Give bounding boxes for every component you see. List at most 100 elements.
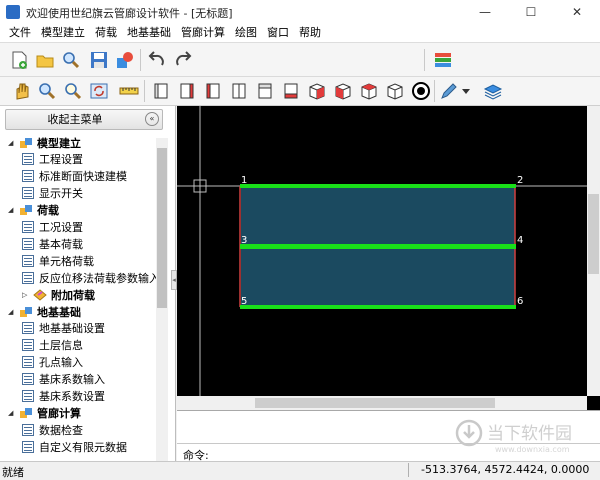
- tree-item-label: 数据检查: [39, 423, 83, 437]
- cell-upper[interactable]: [241, 186, 515, 246]
- menu-model[interactable]: 模型建立: [36, 24, 90, 42]
- view-iso-ne-icon[interactable]: [358, 80, 380, 102]
- tree-item[interactable]: 基床系数输入: [22, 371, 105, 388]
- menu-draw[interactable]: 绘图: [230, 24, 262, 42]
- tree-group-load[interactable]: ◢ 荷载: [8, 202, 59, 219]
- expand-arrow-icon[interactable]: ◢: [8, 206, 16, 214]
- zoom-window-icon[interactable]: [36, 80, 58, 102]
- menu-window[interactable]: 窗口: [262, 24, 294, 42]
- tree-item[interactable]: 标准断面快速建模: [22, 168, 127, 185]
- expand-arrow-icon[interactable]: ◢: [8, 308, 16, 316]
- target-icon[interactable]: [410, 80, 432, 102]
- tree-item-label: 标准断面快速建模: [39, 170, 127, 184]
- tree-group-foundation[interactable]: ◢ 地基基础: [8, 303, 81, 320]
- view-front-icon[interactable]: [150, 80, 172, 102]
- tree-item[interactable]: 显示开关: [22, 185, 83, 202]
- title-bar: 欢迎使用世纪旗云管廊设计软件 - [无标题] — ☐ ✕: [0, 0, 600, 24]
- drawing-canvas[interactable]: 1 2 3 4 5 6: [177, 106, 600, 410]
- zoom-in-icon[interactable]: [60, 49, 82, 71]
- pen-dropdown-icon[interactable]: [460, 80, 472, 102]
- canvas-vertical-thumb[interactable]: [588, 194, 599, 274]
- tree-item[interactable]: 单元格荷载: [22, 252, 94, 269]
- layer-manager-icon[interactable]: [432, 49, 454, 71]
- menu-foundation[interactable]: 地基基础: [122, 24, 176, 42]
- new-file-icon[interactable]: [8, 49, 30, 71]
- tree-item[interactable]: 基床系数设置: [22, 388, 105, 405]
- menu-load[interactable]: 荷载: [90, 24, 122, 42]
- render-icon[interactable]: [114, 49, 136, 71]
- tree-subgroup-extra-load[interactable]: ▷ 附加荷载: [22, 286, 95, 303]
- sidebar-scrollbar[interactable]: [156, 138, 168, 461]
- middle-slab[interactable]: [240, 244, 516, 249]
- view-bottom-icon[interactable]: [280, 80, 302, 102]
- close-button[interactable]: ✕: [554, 0, 600, 24]
- list-item-icon: [22, 153, 34, 166]
- splitter-handle[interactable]: ◂: [171, 270, 177, 290]
- pen-icon[interactable]: [438, 80, 460, 102]
- node-label-5: 5: [241, 296, 247, 307]
- top-slab[interactable]: [240, 184, 516, 188]
- tree-item[interactable]: 自定义有限元数据: [22, 438, 127, 455]
- measure-icon[interactable]: [118, 80, 140, 102]
- group-icon: [19, 406, 33, 420]
- maximize-button[interactable]: ☐: [508, 0, 554, 24]
- undo-icon[interactable]: [146, 49, 168, 71]
- tree-item[interactable]: 基本荷载: [22, 235, 83, 252]
- menu-calc[interactable]: 管廊计算: [176, 24, 230, 42]
- canvas-vertical-scrollbar[interactable]: [587, 106, 600, 396]
- canvas-horizontal-scrollbar[interactable]: [177, 396, 587, 410]
- canvas-horizontal-thumb[interactable]: [255, 398, 495, 408]
- tree-item[interactable]: 地基基础设置: [22, 320, 105, 337]
- view-iso-sw-icon[interactable]: [306, 80, 328, 102]
- open-folder-icon[interactable]: [34, 49, 56, 71]
- tree-item[interactable]: 工程设置: [22, 151, 83, 168]
- minimize-button[interactable]: —: [462, 0, 508, 24]
- tree-item[interactable]: 反应位移法荷载参数输入: [22, 269, 160, 286]
- main-menu-sidebar: 收起主菜单 « ◢ 模型建立 工程设置标准断面快速建模 显示开关 ◢ 荷载工况设置 基本荷载…: [0, 106, 176, 461]
- list-item-icon: [22, 373, 34, 386]
- collapse-menu-header[interactable]: 收起主菜单 «: [5, 109, 163, 130]
- node-label-3: 3: [241, 235, 247, 246]
- view-back-icon[interactable]: [176, 80, 198, 102]
- tree-item-label: 工况设置: [39, 221, 83, 234]
- tree-item[interactable]: 土层信息: [22, 337, 83, 354]
- tree-group-calc[interactable]: ◢ 管廊计算: [8, 404, 81, 421]
- view-toolbar: [0, 77, 600, 106]
- view-iso-se-icon[interactable]: [332, 80, 354, 102]
- tree-item[interactable]: 数据检查: [22, 421, 83, 438]
- expand-arrow-icon[interactable]: ◢: [8, 409, 16, 417]
- main-toolbar: 3 ▲ ▼ 底板 ⌄: [0, 43, 600, 115]
- group-icon: [19, 305, 33, 319]
- collapse-chevron-icon[interactable]: «: [145, 112, 159, 126]
- tree-item[interactable]: 工况设置: [22, 219, 83, 236]
- sidebar-scroll-thumb[interactable]: [157, 148, 167, 308]
- refresh-icon[interactable]: [88, 80, 110, 102]
- view-left-icon[interactable]: [202, 80, 224, 102]
- expand-arrow-icon[interactable]: ◢: [8, 139, 16, 147]
- view-iso-nw-icon[interactable]: [384, 80, 406, 102]
- save-icon[interactable]: [88, 49, 110, 71]
- tree-item-label: 地基基础设置: [39, 322, 105, 336]
- tree-item-label: 自定义有限元数据: [39, 440, 127, 454]
- layers-stack-icon[interactable]: [482, 80, 504, 102]
- toolbar-separator: [424, 49, 425, 71]
- tree-item[interactable]: 孔点输入: [22, 354, 83, 371]
- view-top-icon[interactable]: [254, 80, 276, 102]
- list-item-icon: [22, 339, 34, 352]
- collapsed-arrow-icon[interactable]: ▷: [22, 291, 30, 299]
- canvas-svg: 1 2 3 4 5 6: [177, 106, 587, 396]
- watermark-logo: 当下软件园 www.downxia.com: [455, 419, 572, 454]
- menu-help[interactable]: 帮助: [294, 24, 326, 42]
- tree-item-label: 单元格荷载: [39, 254, 94, 268]
- redo-icon[interactable]: [172, 49, 194, 71]
- toolbar-separator: [140, 49, 141, 71]
- bottom-slab[interactable]: [240, 305, 516, 309]
- zoom-extents-icon[interactable]: [62, 80, 84, 102]
- menu-file[interactable]: 文件: [4, 24, 36, 42]
- pan-hand-icon[interactable]: [10, 80, 32, 102]
- tree-group-model[interactable]: ◢ 模型建立: [8, 134, 81, 151]
- view-right-icon[interactable]: [228, 80, 250, 102]
- cell-lower[interactable]: [241, 247, 515, 307]
- status-bar: 就绪 -513.3764, 4572.4424, 0.0000: [0, 461, 600, 479]
- tree-item-label: 显示开关: [39, 187, 83, 201]
